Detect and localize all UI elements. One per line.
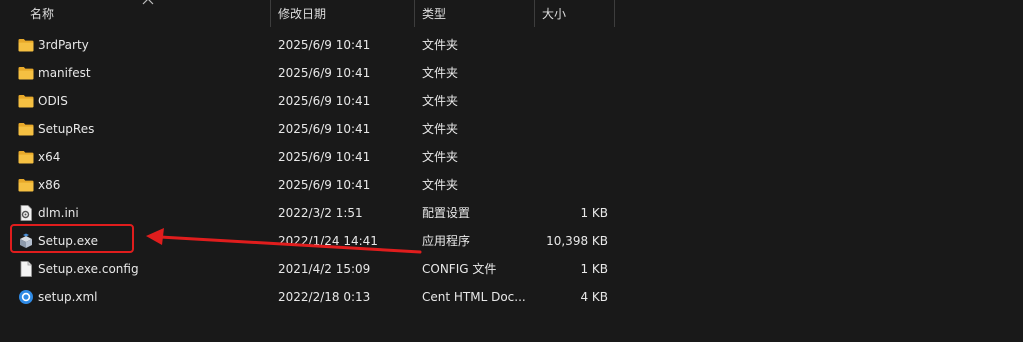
file-modified-date: 2022/2/18 0:13 — [278, 290, 371, 304]
file-modified-date: 2025/6/9 10:41 — [278, 38, 371, 52]
file-name: ODIS — [38, 94, 68, 108]
folder-icon — [18, 178, 34, 192]
file-icon — [18, 261, 34, 277]
folder-icon — [18, 122, 34, 136]
file-size: 1 KB — [580, 206, 608, 220]
file-row[interactable]: setup.xml 2022/2/18 0:13 Cent HTML Doc... 4… — [0, 283, 1023, 311]
column-header-bar: 名称 修改日期 类型 大小 — [0, 0, 1023, 30]
column-header-size[interactable]: 大小 — [536, 0, 614, 28]
settings-file-icon — [18, 205, 34, 221]
file-name: 3rdParty — [38, 38, 89, 52]
file-size: 10,398 KB — [546, 234, 608, 248]
file-type: 应用程序 — [422, 234, 471, 248]
file-size: 4 KB — [580, 290, 608, 304]
column-header-type[interactable]: 类型 — [416, 0, 534, 28]
file-type: Cent HTML Doc... — [422, 290, 526, 304]
file-row[interactable]: manifest 2025/6/9 10:41 文件夹 — [0, 59, 1023, 87]
column-divider[interactable] — [534, 0, 535, 27]
file-row[interactable]: Setup.exe 2022/1/24 14:41 应用程序 10,398 KB — [0, 227, 1023, 255]
file-modified-date: 2025/6/9 10:41 — [278, 178, 371, 192]
file-modified-date: 2025/6/9 10:41 — [278, 122, 371, 136]
file-size: 1 KB — [580, 262, 608, 276]
browser-document-icon — [18, 289, 34, 305]
file-size — [540, 31, 608, 59]
file-size — [540, 115, 608, 143]
annotation-highlight-box — [10, 224, 134, 253]
file-type: 文件夹 — [422, 150, 459, 164]
column-divider[interactable] — [270, 0, 271, 27]
file-name: setup.xml — [38, 290, 98, 304]
file-size — [540, 143, 608, 171]
file-modified-date: 2022/3/2 1:51 — [278, 206, 363, 220]
file-size — [540, 171, 608, 199]
file-name: Setup.exe.config — [38, 262, 139, 276]
file-name: SetupRes — [38, 122, 95, 136]
column-header-date[interactable]: 修改日期 — [272, 0, 414, 28]
file-type: 文件夹 — [422, 94, 459, 108]
file-name: manifest — [38, 66, 91, 80]
column-header-name[interactable]: 名称 — [24, 0, 270, 28]
file-modified-date: 2025/6/9 10:41 — [278, 66, 371, 80]
file-row[interactable]: SetupRes 2025/6/9 10:41 文件夹 — [0, 115, 1023, 143]
folder-icon — [18, 94, 34, 108]
file-name: x64 — [38, 150, 61, 164]
file-type: 文件夹 — [422, 38, 459, 52]
file-row[interactable]: 3rdParty 2025/6/9 10:41 文件夹 — [0, 31, 1023, 59]
file-name: dlm.ini — [38, 206, 79, 220]
column-divider[interactable] — [614, 0, 615, 27]
folder-icon — [18, 66, 34, 80]
file-type: 配置设置 — [422, 206, 471, 220]
file-row[interactable]: dlm.ini 2022/3/2 1:51 配置设置 1 KB — [0, 199, 1023, 227]
column-divider[interactable] — [414, 0, 415, 27]
file-modified-date: 2025/6/9 10:41 — [278, 94, 371, 108]
file-row[interactable]: Setup.exe.config 2021/4/2 15:09 CONFIG 文件 1… — [0, 255, 1023, 283]
file-row[interactable]: x86 2025/6/9 10:41 文件夹 — [0, 171, 1023, 199]
file-row[interactable]: x64 2025/6/9 10:41 文件夹 — [0, 143, 1023, 171]
file-size — [540, 87, 608, 115]
file-modified-date: 2022/1/24 14:41 — [278, 234, 378, 248]
file-size — [540, 59, 608, 87]
folder-icon — [18, 150, 34, 164]
file-modified-date: 2021/4/2 15:09 — [278, 262, 371, 276]
folder-icon — [18, 38, 34, 52]
file-type: 文件夹 — [422, 66, 459, 80]
file-row[interactable]: ODIS 2025/6/9 10:41 文件夹 — [0, 87, 1023, 115]
file-modified-date: 2025/6/9 10:41 — [278, 150, 371, 164]
file-type: CONFIG 文件 — [422, 262, 497, 276]
file-name: x86 — [38, 178, 61, 192]
file-type: 文件夹 — [422, 122, 459, 136]
file-type: 文件夹 — [422, 178, 459, 192]
file-explorer: 名称 修改日期 类型 大小 3rdParty 2025/6/9 10:41 文件夹 m… — [0, 0, 1023, 342]
